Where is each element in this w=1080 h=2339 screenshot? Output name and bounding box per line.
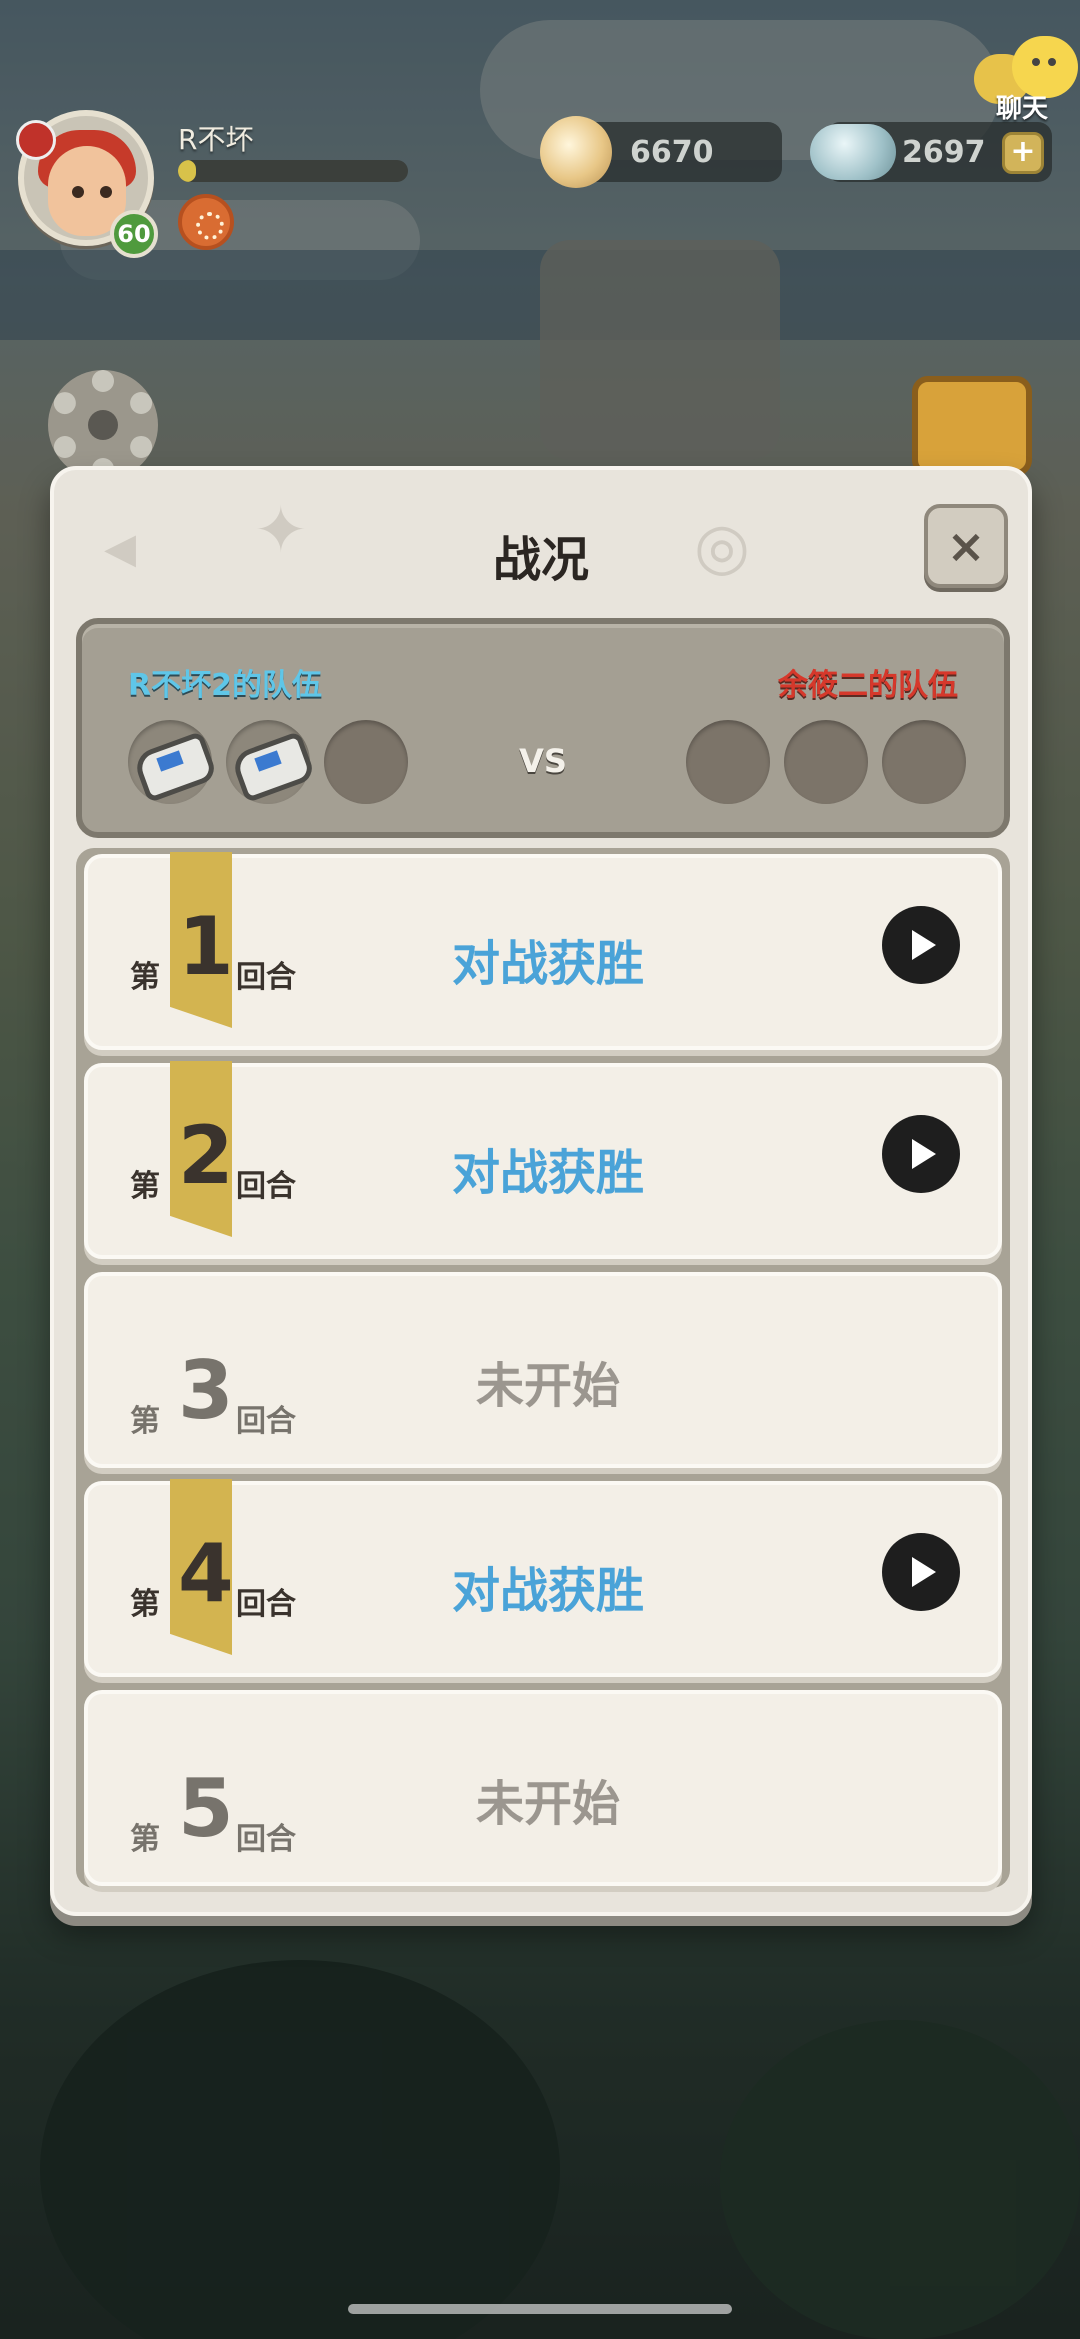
round-row-5: 第 5 回合 未开始 xyxy=(84,1690,1002,1886)
replay-button[interactable] xyxy=(882,906,960,984)
xp-fill xyxy=(178,160,197,182)
left-team-name: R不坏2的队伍 xyxy=(128,668,322,703)
play-icon xyxy=(912,1557,936,1587)
rank-badge-icon xyxy=(16,120,56,160)
round-status: 对战获胜 xyxy=(451,936,644,992)
clan-icon[interactable] xyxy=(178,194,234,250)
close-button[interactable]: × xyxy=(924,504,1008,588)
team-panel: R不坏2的队伍 余筱二的队伍 VS xyxy=(76,618,1010,838)
replay-button[interactable] xyxy=(882,1115,960,1193)
replay-button[interactable] xyxy=(882,1533,960,1611)
gem-counter[interactable]: 2697 + xyxy=(810,122,1052,182)
round-suffix: 回合 xyxy=(236,1587,296,1622)
round-suffix: 回合 xyxy=(236,1169,296,1204)
xp-bar xyxy=(178,160,408,182)
round-status: 未开始 xyxy=(475,1776,620,1832)
round-number: 5 xyxy=(178,1762,234,1855)
round-number: 1 xyxy=(178,900,234,993)
dialog-title: 战况 xyxy=(492,532,589,588)
home-indicator xyxy=(348,2304,732,2314)
avatar-eye xyxy=(100,186,112,198)
gem-value: 2697 xyxy=(902,134,986,170)
close-icon: × xyxy=(946,519,986,573)
round-suffix: 回合 xyxy=(236,960,296,995)
play-icon xyxy=(912,1139,936,1169)
round-number: 2 xyxy=(178,1109,234,1202)
player-name: R不坏 xyxy=(178,123,254,156)
battle-status-dialog: ◂ ✦ ◎ 战况 × R不坏2的队伍 余筱二的队伍 VS 第 1 回合 对战获胜… xyxy=(50,466,1032,1916)
round-prefix: 第 xyxy=(130,1822,160,1857)
quest-board-icon[interactable] xyxy=(912,376,1032,476)
chat-button[interactable]: 聊天 xyxy=(968,30,1078,130)
round-row-4[interactable]: 第 4 回合 对战获胜 xyxy=(84,1479,1002,1677)
round-status: 未开始 xyxy=(475,1358,620,1414)
round-row-1[interactable]: 第 1 回合 对战获胜 xyxy=(84,852,1002,1050)
right-team-slot-empty xyxy=(686,720,770,804)
avatar-eye xyxy=(72,186,84,198)
right-team-slot-empty xyxy=(784,720,868,804)
shell-coin-icon xyxy=(540,116,612,188)
play-icon xyxy=(912,930,936,960)
round-suffix: 回合 xyxy=(236,1404,296,1439)
right-team-name: 余筱二的队伍 xyxy=(778,668,958,703)
round-prefix: 第 xyxy=(130,1169,160,1204)
add-gems-button[interactable]: + xyxy=(1002,132,1044,174)
round-row-3: 第 3 回合 未开始 xyxy=(84,1272,1002,1468)
chat-label: 聊天 xyxy=(996,94,1049,124)
round-number: 4 xyxy=(178,1527,234,1620)
round-prefix: 第 xyxy=(130,960,160,995)
round-row-2[interactable]: 第 2 回合 对战获胜 xyxy=(84,1061,1002,1259)
round-number: 3 xyxy=(178,1344,234,1437)
round-prefix: 第 xyxy=(130,1587,160,1622)
round-prefix: 第 xyxy=(130,1404,160,1439)
round-suffix: 回合 xyxy=(236,1822,296,1857)
rounds-list: 第 1 回合 对战获胜 第 2 回合 对战获胜 第 3 回合 未开始 第 4 回… xyxy=(76,848,1010,1888)
coin-value: 6670 xyxy=(630,134,714,170)
level-badge: 60 xyxy=(110,210,158,258)
round-status: 对战获胜 xyxy=(451,1563,644,1619)
stone-gem-icon xyxy=(810,124,896,180)
gear-icon[interactable] xyxy=(48,370,158,480)
coin-counter[interactable]: 6670 xyxy=(540,116,782,188)
round-status: 对战获胜 xyxy=(451,1145,644,1201)
right-team-slot-empty xyxy=(882,720,966,804)
